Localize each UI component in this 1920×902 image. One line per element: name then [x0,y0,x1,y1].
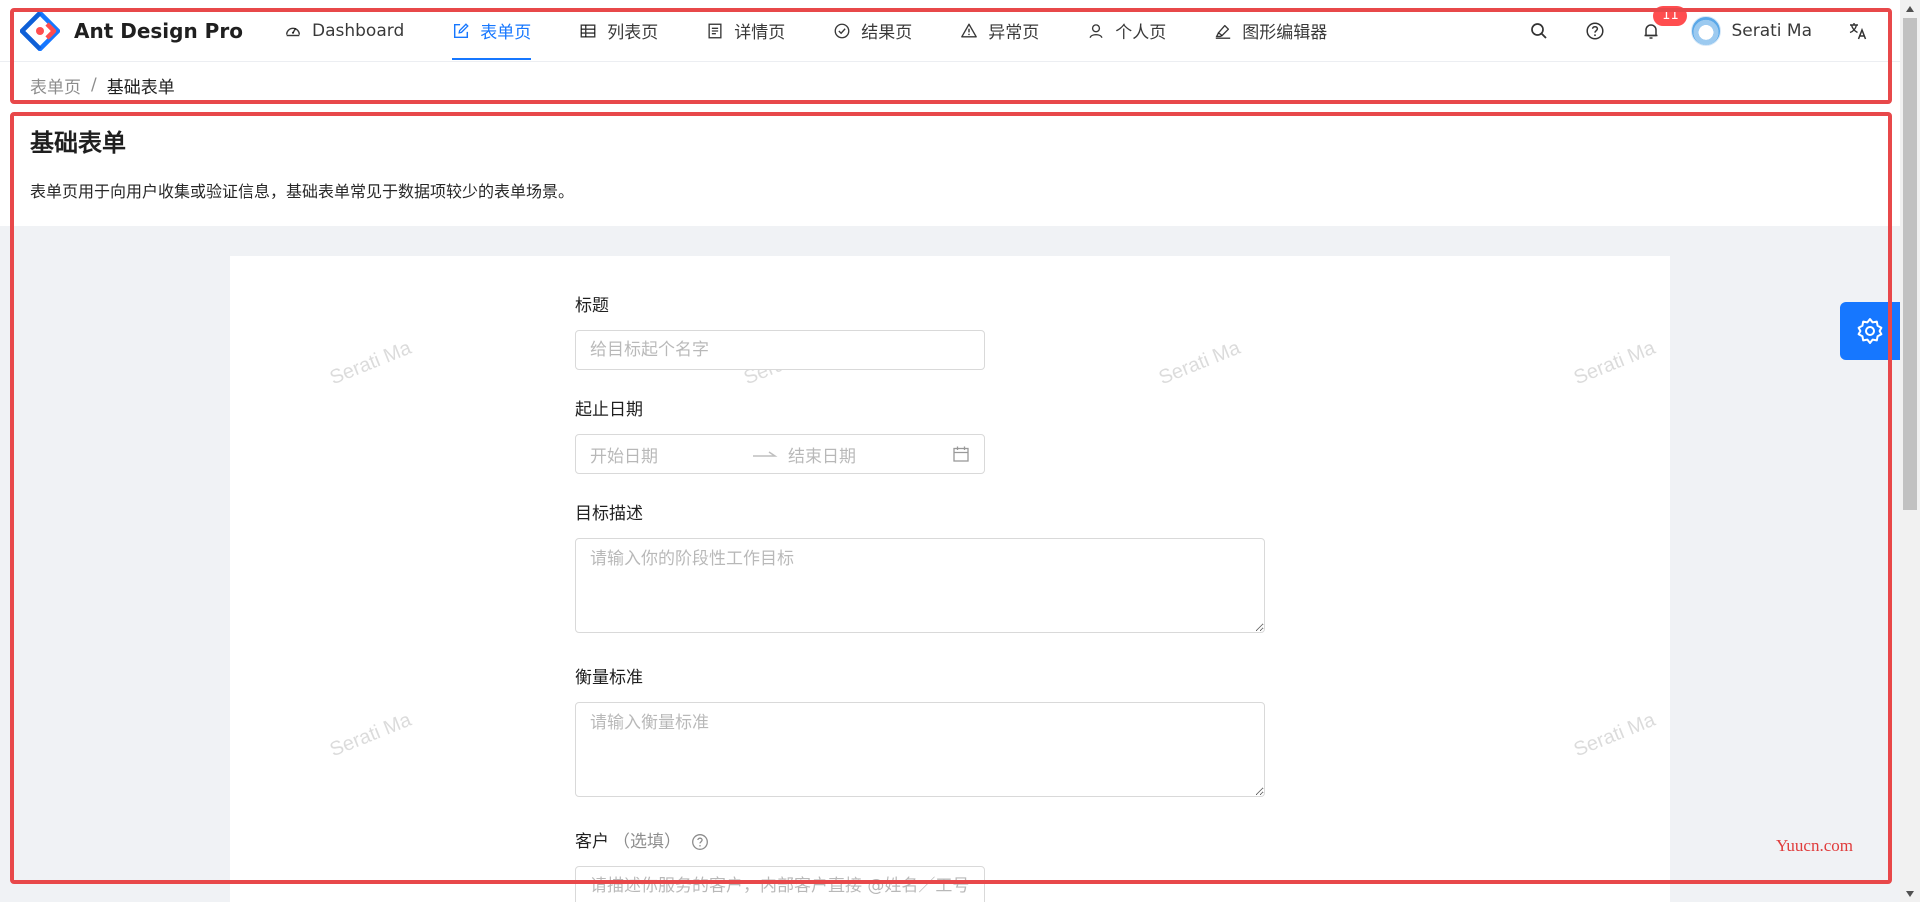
warning-icon [961,23,978,38]
table-icon [580,23,596,38]
breadcrumb-current: 基础表单 [106,77,175,98]
dashboard-icon [285,27,301,36]
title-field: 标题 [575,294,1265,370]
gear-icon [1857,318,1883,344]
date-range-field: 起止日期 开始日期 结束日期 [575,398,1265,474]
calendar-icon [953,446,969,462]
breadcrumb: 表单页 / 基础表单 [0,62,1900,108]
user-menu[interactable]: Serati Ma [1679,0,1830,62]
nav-item-exception[interactable]: 异常页 [936,0,1063,62]
goal-label: 目标描述 [575,504,643,524]
start-date-input[interactable]: 开始日期 [590,442,750,467]
basic-form: 标题 起止日期 开始日期 结束日期 目标描述 衡量标准 [575,294,1265,902]
client-label-row: 客户 （选填） [575,830,1265,854]
nav-label-forms: 表单页 [480,23,532,43]
highlight-icon [1215,24,1231,39]
question-circle-icon [1586,21,1605,40]
translation-icon [1849,22,1867,39]
question-circle-icon[interactable] [691,833,709,851]
end-date-input[interactable]: 结束日期 [788,442,948,467]
client-optional-hint: （选填） [613,832,681,852]
app-logo[interactable]: Ant Design Pro [0,0,274,62]
notification-badge: 11 [1653,5,1688,26]
ant-design-logo-icon [20,10,60,51]
nav-item-editor[interactable]: 图形编辑器 [1190,0,1351,62]
app-title: Ant Design Pro [74,18,243,43]
nav-label-account: 个人页 [1115,23,1167,43]
nav-item-dashboard[interactable]: Dashboard [274,0,428,62]
page-title: 基础表单 [30,129,126,157]
caret-down-icon [1906,890,1914,897]
client-label: 客户 [575,832,609,852]
nav-item-lists[interactable]: 列表页 [555,0,682,62]
scroll-down-button[interactable] [1900,885,1920,902]
page-description: 表单页用于向用户收集或验证信息，基础表单常见于数据项较少的表单场景。 [30,182,575,201]
nav-item-result[interactable]: 结果页 [809,0,936,62]
top-nav: Dashboard 表单页 列表页 详情页 结果页 异常页 个人页 图形编辑器 [274,0,1351,62]
notification-button[interactable]: 11 [1623,0,1688,62]
form-card: Serati Ma Serati Ma Serati Ma Serati Ma … [230,256,1670,902]
client-field: 客户 （选填） [575,830,1265,902]
standard-label: 衡量标准 [575,668,643,688]
standard-field: 衡量标准 [575,666,1265,802]
search-icon [1531,22,1548,39]
help-button[interactable] [1567,0,1623,62]
search-button[interactable] [1511,0,1567,62]
profile-icon [708,23,722,38]
title-label: 标题 [575,296,609,316]
standard-textarea[interactable] [575,702,1265,797]
scrollbar-thumb[interactable] [1903,18,1917,510]
header-actions: 11 Serati Ma [1511,0,1900,62]
check-circle-icon [834,23,850,38]
watermark: Serati Ma [1570,708,1659,762]
page-header: 基础表单 表单页用于向用户收集或验证信息，基础表单常见于数据项较少的表单场景。 [0,108,1900,226]
date-range-label: 起止日期 [575,400,643,420]
nav-item-account[interactable]: 个人页 [1063,0,1190,62]
nav-label-profile: 详情页 [734,23,786,43]
nav-label-result: 结果页 [861,23,913,43]
goal-textarea[interactable] [575,538,1265,633]
nav-item-forms[interactable]: 表单页 [428,0,555,62]
user-icon [1089,23,1103,38]
date-range-picker[interactable]: 开始日期 结束日期 [575,434,985,474]
nav-item-profile[interactable]: 详情页 [682,0,809,62]
language-button[interactable] [1830,0,1886,62]
watermark: Serati Ma [326,336,415,390]
top-header: Ant Design Pro Dashboard 表单页 列表页 详情页 结果页 [0,0,1900,62]
settings-drawer-button[interactable] [1840,302,1900,360]
swap-right-icon [753,451,778,457]
nav-label-lists: 列表页 [607,23,659,43]
goal-field: 目标描述 [575,502,1265,638]
user-name: Serati Ma [1731,20,1812,41]
nav-label-dashboard: Dashboard [312,20,405,41]
form-icon [454,22,469,38]
title-input[interactable] [575,330,985,370]
breadcrumb-link-forms[interactable]: 表单页 [30,73,81,98]
avatar [1691,15,1722,46]
nav-label-editor: 图形编辑器 [1242,23,1328,43]
watermark: Serati Ma [1570,336,1659,390]
watermark: Serati Ma [326,708,415,762]
nav-label-exception: 异常页 [988,23,1040,43]
site-watermark: Yuucn.com [1776,836,1853,855]
caret-up-icon [1906,5,1914,12]
app-viewport: Ant Design Pro Dashboard 表单页 列表页 详情页 结果页 [0,0,1920,902]
scroll-up-button[interactable] [1900,0,1920,17]
client-input[interactable] [575,866,985,902]
breadcrumb-separator: / [91,75,97,95]
